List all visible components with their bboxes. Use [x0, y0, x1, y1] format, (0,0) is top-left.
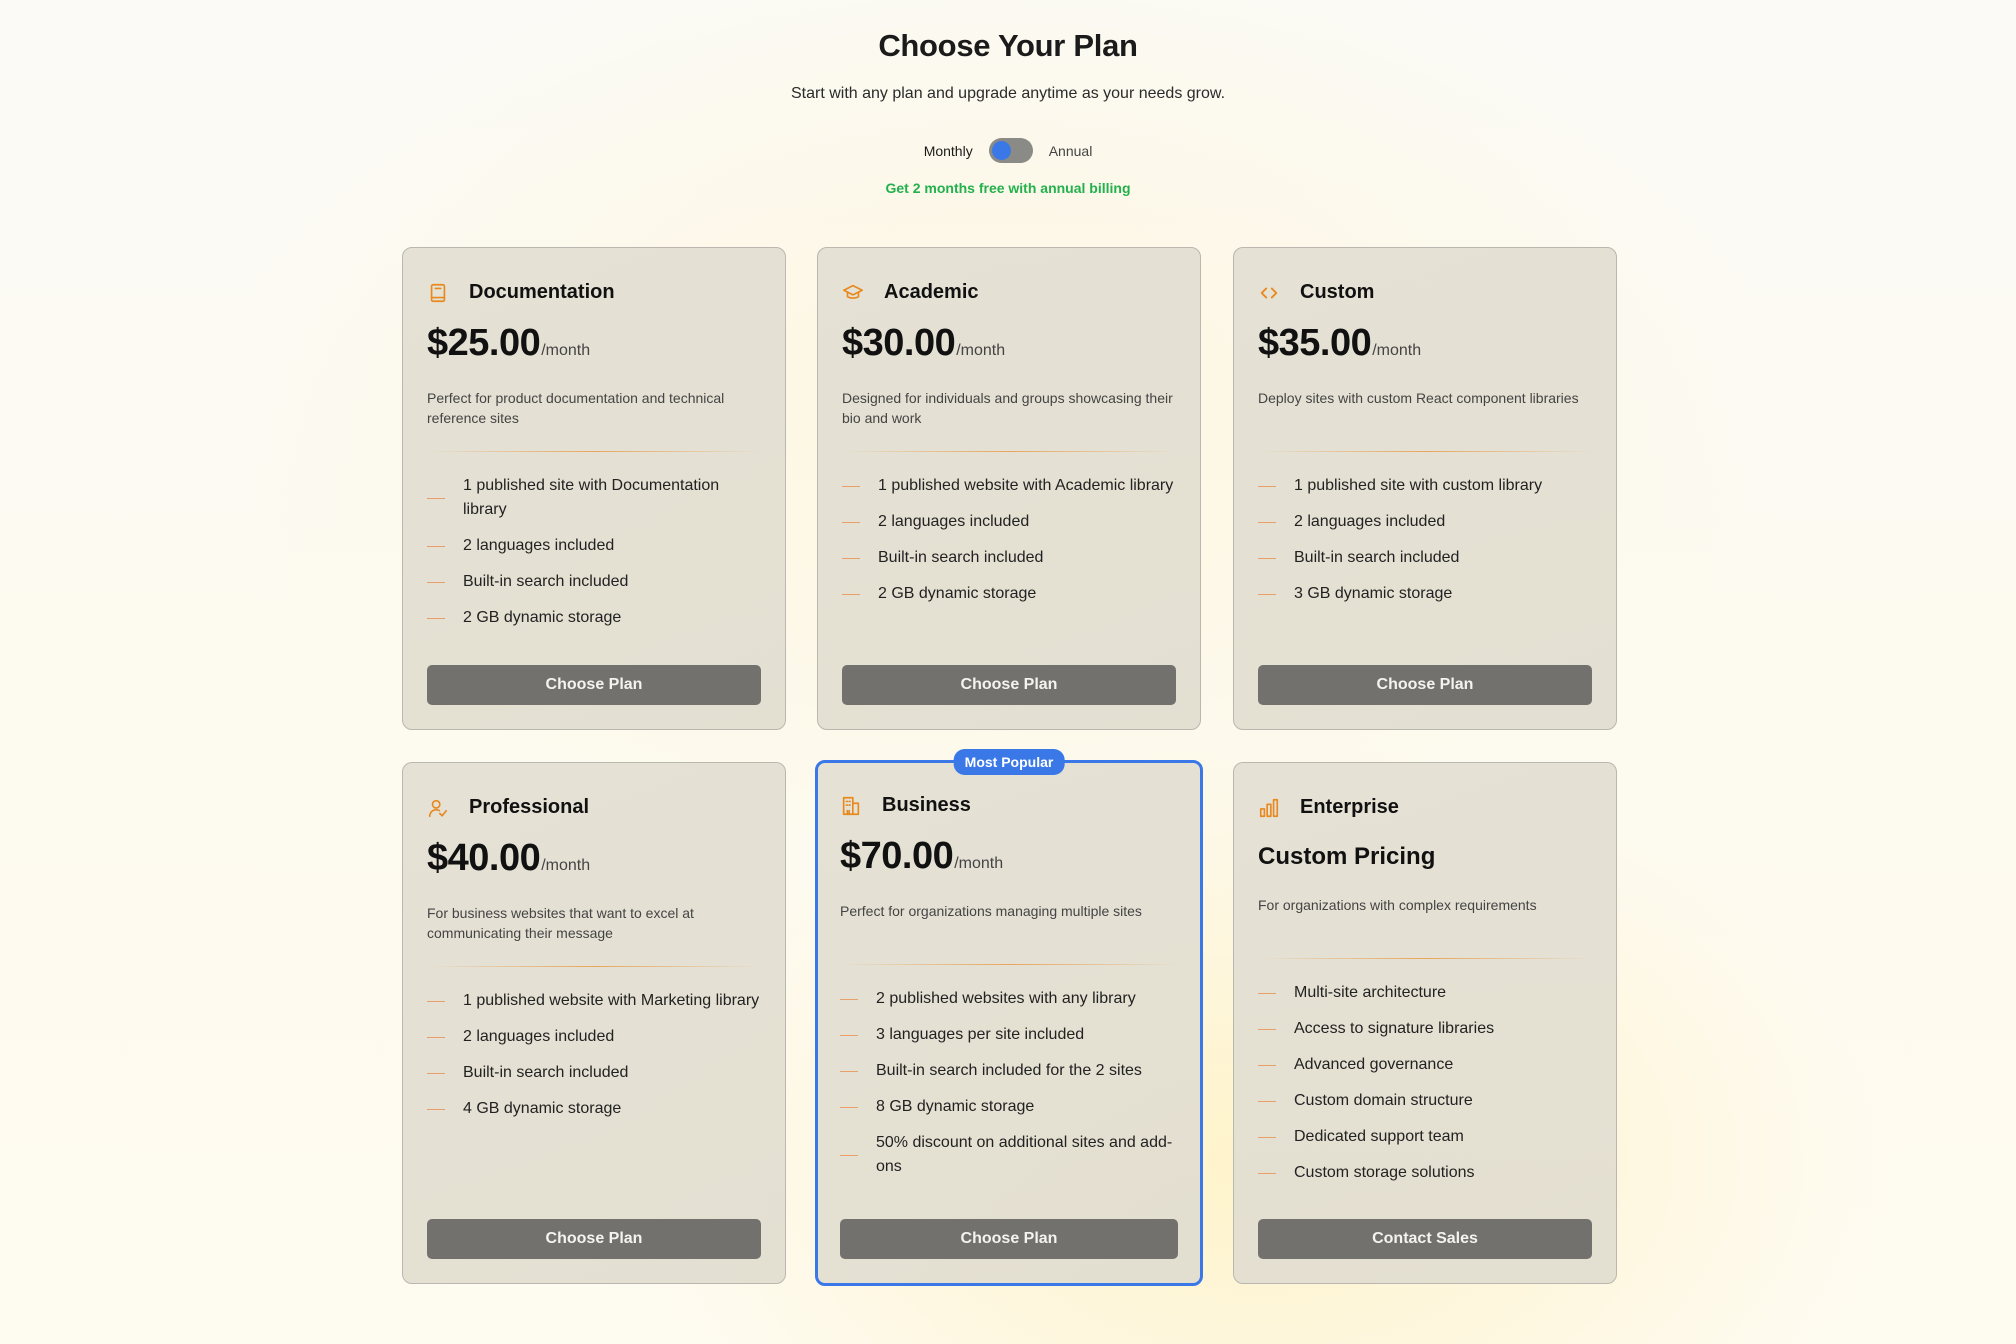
plan-card-custom: Custom $35.00 /month Deploy sites with c…	[1233, 247, 1617, 730]
plan-price: $25.00	[427, 322, 541, 364]
feature-item: 1 published website with Academic librar…	[842, 474, 1182, 498]
feature-item: 2 languages included	[427, 534, 767, 558]
feature-list: 1 published website with Academic librar…	[842, 474, 1182, 618]
choose-plan-button[interactable]: Choose Plan	[427, 1219, 761, 1259]
feature-item: 3 languages per site included	[840, 1023, 1180, 1047]
feature-item: 50% discount on additional sites and add…	[840, 1131, 1180, 1179]
plan-price: $35.00	[1258, 322, 1372, 364]
feature-item: Access to signature libraries	[1258, 1017, 1598, 1041]
feature-item: 3 GB dynamic storage	[1258, 582, 1598, 606]
annual-label[interactable]: Annual	[1049, 143, 1093, 159]
plan-card-academic: Academic $30.00 /month Designed for indi…	[817, 247, 1201, 730]
plan-name: Business	[882, 794, 971, 816]
plan-description: Perfect for product documentation and te…	[427, 390, 725, 426]
feature-item: Built-in search included for the 2 sites	[840, 1059, 1180, 1083]
feature-item: Built-in search included	[427, 1061, 767, 1085]
divider	[1258, 958, 1592, 959]
feature-list: 1 published site with Documentation libr…	[427, 474, 767, 642]
plan-description: Deploy sites with custom React component…	[1258, 390, 1579, 406]
feature-item: 2 languages included	[842, 510, 1182, 534]
feature-item: 4 GB dynamic storage	[427, 1097, 767, 1121]
plan-price: $40.00	[427, 837, 541, 879]
plan-name: Academic	[884, 281, 979, 303]
user-check-icon	[427, 797, 449, 819]
plan-price: $70.00	[840, 835, 954, 877]
plan-period: /month	[541, 342, 591, 359]
feature-item: 2 languages included	[1258, 510, 1598, 534]
plan-period: /month	[541, 857, 591, 874]
feature-item: 1 published website with Marketing libra…	[427, 989, 767, 1013]
feature-list: 1 published site with custom library 2 l…	[1258, 474, 1598, 618]
plan-card-professional: Professional $40.00 /month For business …	[402, 762, 786, 1284]
feature-item: 1 published site with Documentation libr…	[427, 474, 767, 522]
plan-name: Enterprise	[1300, 796, 1399, 818]
divider	[427, 451, 761, 452]
billing-toggle-row: Monthly Annual	[0, 138, 2016, 163]
feature-item: Built-in search included	[842, 546, 1182, 570]
most-popular-badge: Most Popular	[953, 749, 1065, 775]
plan-description: For business websites that want to excel…	[427, 905, 694, 941]
page-title: Choose Your Plan	[878, 28, 1138, 63]
choose-plan-button[interactable]: Choose Plan	[842, 665, 1176, 705]
choose-plan-button[interactable]: Choose Plan	[840, 1219, 1178, 1259]
choose-plan-button[interactable]: Choose Plan	[1258, 665, 1592, 705]
feature-item: 2 GB dynamic storage	[427, 606, 767, 630]
monthly-label[interactable]: Monthly	[924, 143, 973, 159]
book-icon	[427, 282, 449, 304]
plan-price: $30.00	[842, 322, 956, 364]
building-icon	[840, 795, 862, 817]
code-icon	[1258, 282, 1280, 304]
feature-item: 1 published site with custom library	[1258, 474, 1598, 498]
custom-pricing-label: Custom Pricing	[1258, 843, 1436, 870]
feature-item: Custom storage solutions	[1258, 1161, 1598, 1185]
feature-item: Advanced governance	[1258, 1053, 1598, 1077]
contact-sales-button[interactable]: Contact Sales	[1258, 1219, 1592, 1259]
feature-item: Built-in search included	[427, 570, 767, 594]
plan-description: Designed for individuals and groups show…	[842, 390, 1173, 426]
feature-list: 1 published website with Marketing libra…	[427, 989, 767, 1133]
graduation-cap-icon	[842, 282, 864, 304]
feature-item: Dedicated support team	[1258, 1125, 1598, 1149]
divider	[1258, 451, 1592, 452]
plan-card-documentation: Documentation $25.00 /month Perfect for …	[402, 247, 786, 730]
toggle-knob	[991, 141, 1011, 160]
plan-period: /month	[956, 342, 1006, 359]
feature-item: Custom domain structure	[1258, 1089, 1598, 1113]
plan-card-business: Most Popular Business $70.00 /month Perf…	[815, 749, 1203, 1286]
plan-description: For organizations with complex requireme…	[1258, 897, 1537, 913]
plan-period: /month	[1372, 342, 1422, 359]
divider	[842, 451, 1176, 452]
plan-description: Perfect for organizations managing multi…	[840, 903, 1142, 919]
bar-chart-icon	[1258, 797, 1280, 819]
plan-name: Documentation	[469, 281, 615, 303]
plan-period: /month	[954, 855, 1004, 872]
feature-list: 2 published websites with any library 3 …	[840, 987, 1180, 1191]
feature-item: Built-in search included	[1258, 546, 1598, 570]
feature-list: Multi-site architecture Access to signat…	[1258, 981, 1598, 1197]
feature-item: 2 languages included	[427, 1025, 767, 1049]
feature-item: 8 GB dynamic storage	[840, 1095, 1180, 1119]
billing-period-toggle[interactable]	[988, 138, 1033, 163]
annual-promo-text: Get 2 months free with annual billing	[885, 180, 1131, 196]
plan-name: Custom	[1300, 281, 1375, 303]
divider	[427, 966, 761, 967]
feature-item: 2 GB dynamic storage	[842, 582, 1182, 606]
page-subtitle: Start with any plan and upgrade anytime …	[790, 85, 1226, 102]
divider	[840, 964, 1178, 965]
plan-card-enterprise: Enterprise Custom Pricing For organizati…	[1233, 762, 1617, 1284]
feature-item: 2 published websites with any library	[840, 987, 1180, 1011]
feature-item: Multi-site architecture	[1258, 981, 1598, 1005]
plan-name: Professional	[469, 796, 590, 818]
choose-plan-button[interactable]: Choose Plan	[427, 665, 761, 705]
